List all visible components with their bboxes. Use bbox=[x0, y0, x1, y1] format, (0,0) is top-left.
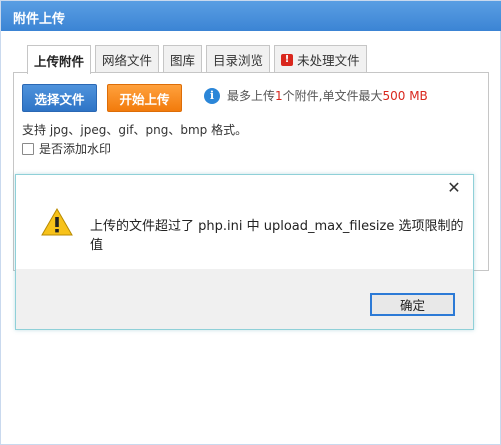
watermark-checkbox[interactable] bbox=[22, 142, 34, 155]
tab-gallery-label: 图库 bbox=[170, 53, 196, 68]
watermark-label: 是否添加水印 bbox=[39, 142, 112, 156]
ok-button[interactable]: 确定 bbox=[370, 293, 455, 316]
upload-limit-info: i 最多上传 1 个附件,单文件最大 500 MB bbox=[204, 87, 428, 104]
tab-network-file-label: 网络文件 bbox=[102, 53, 153, 68]
select-file-button[interactable]: 选择文件 bbox=[22, 84, 97, 112]
tab-gallery[interactable]: 图库 bbox=[163, 45, 203, 73]
title-bar: 附件上传 bbox=[1, 1, 501, 31]
close-icon[interactable]: ✕ bbox=[445, 179, 463, 197]
warning-icon: ! bbox=[281, 53, 294, 66]
watermark-option[interactable]: 是否添加水印 bbox=[22, 140, 111, 157]
tab-upload[interactable]: 上传附件 bbox=[27, 45, 92, 74]
supported-formats: 支持 jpg、jpeg、gif、png、bmp 格式。 bbox=[22, 123, 248, 137]
upload-window: 附件上传 上传附件 网络文件 图库 目录浏览 ! 未处理文件 选择文件 开始上传… bbox=[0, 0, 501, 445]
tab-network-file[interactable]: 网络文件 bbox=[95, 45, 160, 73]
info-middle: 个附件,单文件最大 bbox=[282, 89, 383, 103]
tab-directory[interactable]: 目录浏览 bbox=[206, 45, 271, 73]
warning-triangle-icon bbox=[41, 207, 73, 236]
info-icon: i bbox=[204, 87, 220, 104]
error-dialog: ✕ 上传的文件超过了 php.ini 中 upload_max_filesize… bbox=[15, 174, 474, 330]
dialog-footer: 确定 bbox=[16, 269, 473, 329]
start-upload-button[interactable]: 开始上传 bbox=[107, 84, 182, 112]
info-count: 1 bbox=[275, 88, 283, 103]
info-prefix: 最多上传 bbox=[227, 89, 276, 103]
dialog-message: 上传的文件超过了 php.ini 中 upload_max_filesize 选… bbox=[90, 219, 464, 253]
tab-directory-label: 目录浏览 bbox=[213, 53, 264, 68]
info-max-size: 500 MB bbox=[382, 88, 428, 103]
tab-unprocessed[interactable]: ! 未处理文件 bbox=[274, 45, 367, 73]
tab-bar: 上传附件 网络文件 图库 目录浏览 ! 未处理文件 bbox=[27, 45, 371, 74]
window-title: 附件上传 bbox=[13, 12, 66, 27]
tab-unprocessed-label: 未处理文件 bbox=[297, 53, 360, 68]
tab-upload-label: 上传附件 bbox=[34, 53, 85, 69]
